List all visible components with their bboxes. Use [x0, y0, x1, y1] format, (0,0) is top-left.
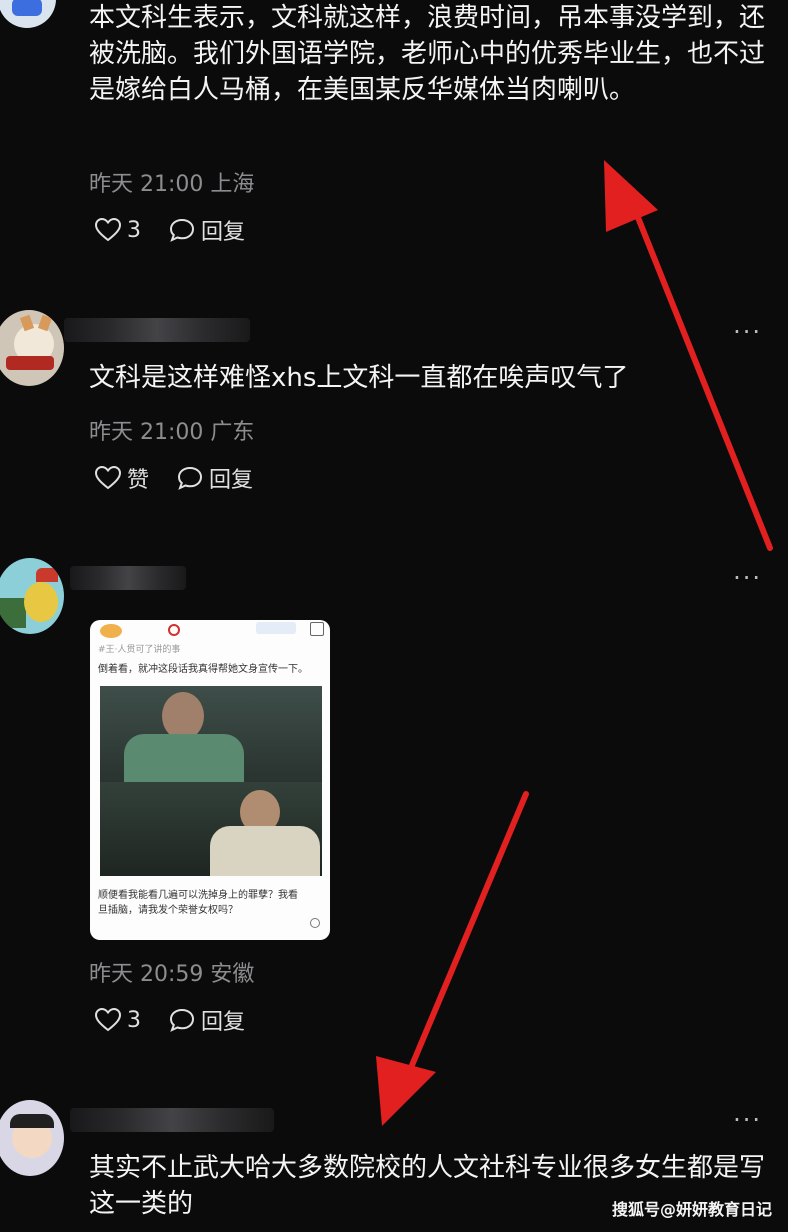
- arrow-down-icon: [376, 791, 529, 1126]
- arrow-up-icon: [604, 160, 773, 551]
- watermark: 搜狐号@妍妍教育日记: [611, 1200, 772, 1219]
- annotation-arrows: [376, 160, 773, 1126]
